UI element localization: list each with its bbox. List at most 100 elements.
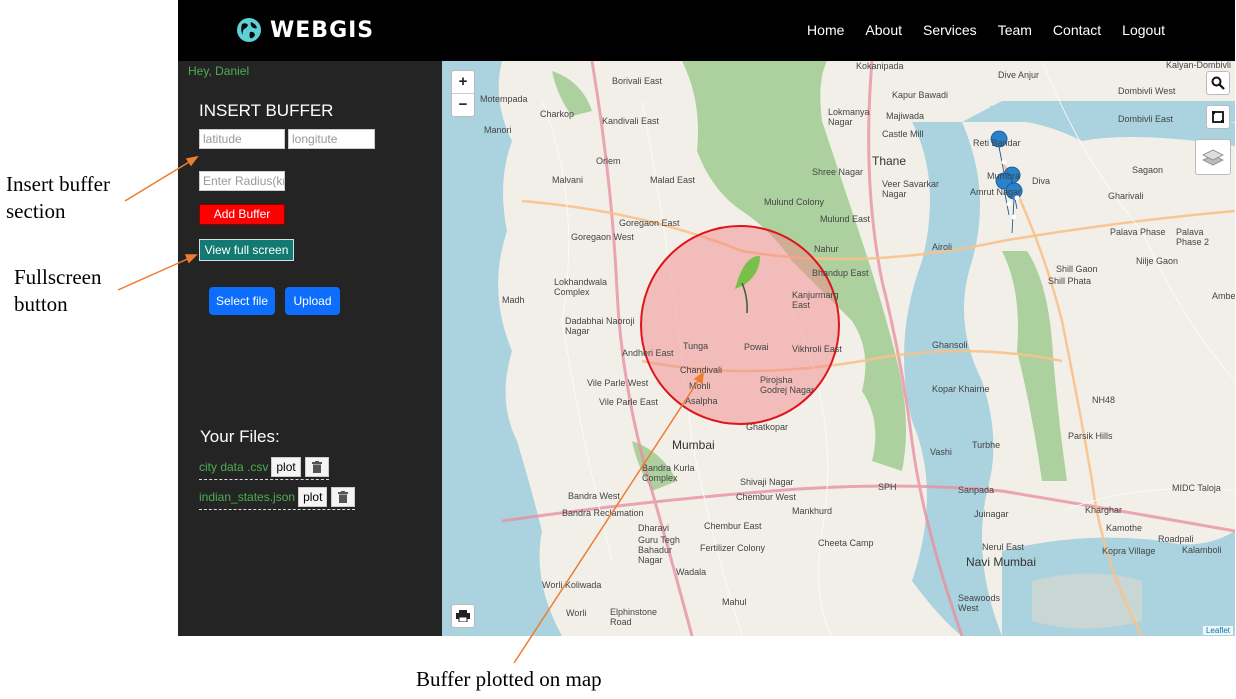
layers-icon <box>1202 149 1224 166</box>
map-label: Cheeta Camp <box>818 538 874 548</box>
map-label: Shill Gaon <box>1056 264 1098 274</box>
view-fullscreen-button[interactable]: View full screen <box>199 239 294 261</box>
map-label: Amrut Nagar <box>970 187 1022 197</box>
nav-about[interactable]: About <box>865 22 902 38</box>
plot-button[interactable]: plot <box>298 487 328 507</box>
map-label: Worli Koliwada <box>542 580 602 590</box>
annotation-line: Fullscreen <box>14 265 102 289</box>
map-label: Vashi <box>930 447 952 457</box>
map-label: Malvani <box>552 175 584 185</box>
map-label: Kalamboli <box>1182 545 1222 555</box>
map-label: Ghansoli <box>932 340 968 350</box>
annotation-line: button <box>14 292 68 316</box>
map-draw-button[interactable] <box>1206 105 1230 129</box>
map-label: Ambernath <box>1212 291 1235 301</box>
map-label: Vile Parle West <box>587 378 649 388</box>
delete-button[interactable] <box>331 487 356 507</box>
map-search-button[interactable] <box>1206 71 1230 95</box>
map-label: Reti Bandar <box>973 138 1021 148</box>
map-label: Bandra West <box>568 491 620 501</box>
file-link[interactable]: indian_states.json <box>199 490 295 504</box>
file-row: city data .csv plot <box>199 457 329 480</box>
map-label: Worli <box>566 608 587 618</box>
zoom-in-button[interactable]: + <box>452 71 474 94</box>
nav-home[interactable]: Home <box>807 22 844 38</box>
map-label: Shree Nagar <box>812 167 864 177</box>
map-attribution[interactable]: Leaflet <box>1202 626 1233 635</box>
map-label: Kanjurmarg East <box>792 290 839 310</box>
annotation-buffer-plotted: Buffer plotted on map <box>416 667 602 691</box>
map-label: Kapur Bawadi <box>892 90 949 100</box>
map-label: Sanpada <box>958 485 995 495</box>
map-label: Diva <box>1032 176 1051 186</box>
map-label: Wadala <box>676 567 707 577</box>
map-label: Seawoods West <box>958 593 1001 613</box>
longitude-input[interactable]: longitute <box>288 129 375 149</box>
map-label: Castle Mill <box>882 129 924 139</box>
plot-button[interactable]: plot <box>271 457 301 477</box>
map-label: Malad East <box>650 175 696 185</box>
map-label: Kopra Village <box>1102 546 1156 556</box>
map-label: Andheri East <box>622 348 674 358</box>
map-label: Turbhe <box>972 440 1001 450</box>
map-label: Roadpali <box>1158 534 1194 544</box>
map-label: Goregaon West <box>571 232 634 242</box>
map-label: Kamothe <box>1106 523 1143 533</box>
map-label: MIDC Taloja <box>1172 483 1221 493</box>
map-label: Lokmanya Nagar <box>828 107 870 127</box>
map-label: Dadabhai Naoroji Nagar <box>565 316 635 336</box>
map-label: Mohli <box>689 381 711 391</box>
navbar: WEBGIS Home About Services Team Contact … <box>178 0 1235 61</box>
brand[interactable]: WEBGIS <box>236 14 374 46</box>
map-view[interactable]: Thane Mumbai Navi Mumbai Borivali East K… <box>442 61 1235 636</box>
map-label: Vile Parle East <box>599 397 658 407</box>
latitude-input[interactable]: latitude <box>199 129 285 149</box>
brand-text: WEBGIS <box>270 17 375 43</box>
delete-button[interactable] <box>304 457 329 477</box>
globe-icon <box>237 18 261 42</box>
map-label: Madh <box>502 295 525 305</box>
zoom-out-button[interactable]: − <box>452 94 474 116</box>
print-button[interactable] <box>451 604 475 628</box>
map-label: Kokanipada <box>856 61 904 71</box>
map-label: Vikhroli East <box>792 344 842 354</box>
file-link[interactable]: city data .csv <box>199 460 268 474</box>
nav-logout[interactable]: Logout <box>1122 22 1165 38</box>
map-label: Elphinstone Road <box>610 607 658 627</box>
map-label: Palava Phase 2 <box>1176 227 1210 247</box>
map-label: Tunga <box>683 341 709 351</box>
nav-menu: Home About Services Team Contact Logout <box>807 22 1165 38</box>
sidebar: Hey, Daniel INSERT BUFFER latitude longi… <box>178 61 442 636</box>
map-label: NH48 <box>1092 395 1116 405</box>
map-label: Dombivli East <box>1118 114 1174 124</box>
map-label: Mulund Colony <box>764 197 825 207</box>
nav-services[interactable]: Services <box>923 22 977 38</box>
trash-icon <box>338 491 349 503</box>
map-label: Borivali East <box>612 76 663 86</box>
annotation-insert-buffer: Insert buffer section <box>6 171 110 225</box>
map-label: Sagaon <box>1132 165 1164 175</box>
map-label: Orlem <box>596 156 621 166</box>
nav-contact[interactable]: Contact <box>1053 22 1101 38</box>
nav-team[interactable]: Team <box>998 22 1032 38</box>
map-label: Dombivli West <box>1118 86 1176 96</box>
printer-icon <box>456 610 470 622</box>
webgis-app: WEBGIS Home About Services Team Contact … <box>178 0 1235 636</box>
map-label: Veer Savarkar Nagar <box>882 179 940 199</box>
map-label: Parsik Hills <box>1068 431 1113 441</box>
annotation-line: section <box>6 199 66 223</box>
map-label: Chembur West <box>736 492 796 502</box>
map-label: Airoli <box>932 242 953 252</box>
file-row: indian_states.json plot <box>199 487 356 510</box>
insert-buffer-title: INSERT BUFFER <box>199 101 334 120</box>
map-label: Guru Tegh Bahadur Nagar <box>638 535 680 565</box>
map-label: Mulund East <box>820 214 871 224</box>
add-buffer-button[interactable]: Add Buffer <box>199 204 285 225</box>
select-file-button[interactable]: Select file <box>209 287 275 315</box>
your-files-title: Your Files: <box>200 427 280 446</box>
greeting: Hey, Daniel <box>188 64 250 78</box>
layers-control[interactable] <box>1195 139 1231 175</box>
map-label: Kalyan-Dombivli <box>1166 61 1232 70</box>
radius-input[interactable]: Enter Radius(km <box>199 171 285 191</box>
upload-button[interactable]: Upload <box>285 287 340 315</box>
